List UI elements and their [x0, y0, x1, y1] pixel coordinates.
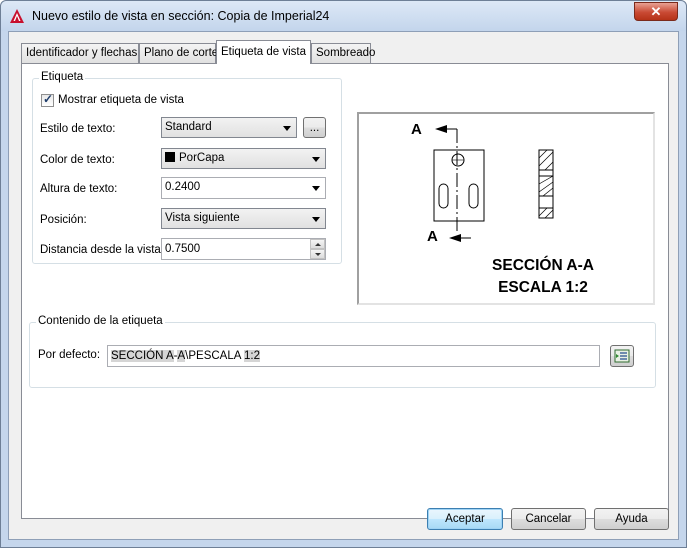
- default-content-label: Por defecto:: [38, 349, 101, 361]
- close-button[interactable]: ✕: [634, 2, 678, 21]
- field-segment: SECCIÓN: [111, 350, 166, 362]
- distance-label: Distancia desde la vista:: [40, 244, 165, 256]
- tab-plano-de-corte[interactable]: Plano de corte: [139, 43, 218, 63]
- tab-sombreado[interactable]: Sombreado: [311, 43, 375, 63]
- text-height-combo[interactable]: 0.2400: [161, 177, 326, 199]
- etiqueta-group-title: Etiqueta: [39, 71, 86, 83]
- help-button[interactable]: Ayuda: [594, 508, 669, 530]
- spin-down-icon[interactable]: [310, 249, 325, 259]
- section-view-preview: A A SECCIÓN A-A ESCALA 1:2: [411, 121, 594, 296]
- preview-caption-line1: SECCIÓN A-A: [492, 256, 594, 274]
- field-segment: A: [165, 350, 174, 362]
- text-color-select[interactable]: PorCapa: [161, 148, 326, 169]
- checkmark-icon: ✓: [43, 92, 54, 106]
- part-slot-right: [468, 183, 479, 209]
- contenido-group: Contenido de la etiqueta Por defecto: SE…: [29, 315, 656, 388]
- color-swatch: [165, 152, 175, 162]
- spin-up-icon[interactable]: [310, 239, 325, 249]
- field-segment: A: [177, 350, 186, 362]
- text-style-browse-button[interactable]: ...: [303, 117, 326, 138]
- chevron-down-icon: [312, 157, 320, 162]
- position-label: Posición:: [40, 214, 87, 226]
- text-color-label: Color de texto:: [40, 154, 115, 166]
- arrow-top-icon: [435, 125, 447, 133]
- preview-caption-line2: ESCALA 1:2: [498, 279, 588, 296]
- ok-button[interactable]: Aceptar: [427, 508, 503, 530]
- text-color-value: PorCapa: [179, 152, 225, 164]
- tab-etiqueta-de-vista[interactable]: Etiqueta de vista: [216, 40, 311, 64]
- field-insert-icon: [614, 349, 630, 363]
- window-title: Nuevo estilo de vista en sección: Copia …: [32, 9, 330, 23]
- arrow-top-label: A: [411, 121, 422, 138]
- default-content-field[interactable]: SECCIÓN A-A\PESCALA 1:2: [107, 345, 600, 367]
- arrow-bottom-label: A: [427, 228, 438, 245]
- literal-segment: ESCALA: [196, 350, 244, 362]
- field-segment: 1:2: [243, 350, 260, 362]
- chevron-down-icon: [283, 126, 291, 131]
- show-label-checkbox[interactable]: ✓: [41, 92, 54, 107]
- tab-identificador-y-flechas[interactable]: Identificador y flechas: [21, 43, 139, 63]
- part-slot-left: [438, 183, 449, 209]
- text-style-value: Standard: [165, 121, 212, 133]
- etiqueta-group: Etiqueta ✓ Mostrar etiqueta de vista Est…: [32, 71, 342, 264]
- dialog-client: Identificador y flechas Plano de corte E…: [8, 31, 679, 540]
- text-style-select[interactable]: Standard: [161, 117, 297, 138]
- autocad-logo-icon: [10, 9, 24, 23]
- hatched-section-view: [538, 149, 554, 219]
- default-content-text: SECCIÓN A-A\PESCALA 1:2: [111, 350, 260, 362]
- contenido-group-title: Contenido de la etiqueta: [36, 315, 165, 327]
- position-value: Vista siguiente: [165, 212, 240, 224]
- position-select[interactable]: Vista siguiente: [161, 208, 326, 229]
- text-style-label: Estilo de texto:: [40, 123, 116, 135]
- arrow-bottom-icon: [449, 234, 461, 242]
- tab-panel-etiqueta: Etiqueta ✓ Mostrar etiqueta de vista Est…: [21, 63, 669, 519]
- title-bar[interactable]: Nuevo estilo de vista en sección: Copia …: [1, 1, 686, 31]
- chevron-down-icon: [312, 217, 320, 222]
- insert-field-button[interactable]: [610, 345, 634, 367]
- preview-panel: A A SECCIÓN A-A ESCALA 1:2: [357, 112, 655, 305]
- distance-spinner[interactable]: 0.7500: [161, 238, 326, 260]
- text-height-value: 0.2400: [165, 181, 201, 193]
- chevron-down-icon: [312, 186, 320, 191]
- dialog-window: Nuevo estilo de vista en sección: Copia …: [0, 0, 687, 548]
- cancel-button[interactable]: Cancelar: [511, 508, 586, 530]
- literal-segment: \P: [185, 350, 197, 362]
- text-height-label: Altura de texto:: [40, 183, 118, 195]
- show-label-label: Mostrar etiqueta de vista: [58, 94, 184, 106]
- distance-value: 0.7500: [165, 243, 201, 255]
